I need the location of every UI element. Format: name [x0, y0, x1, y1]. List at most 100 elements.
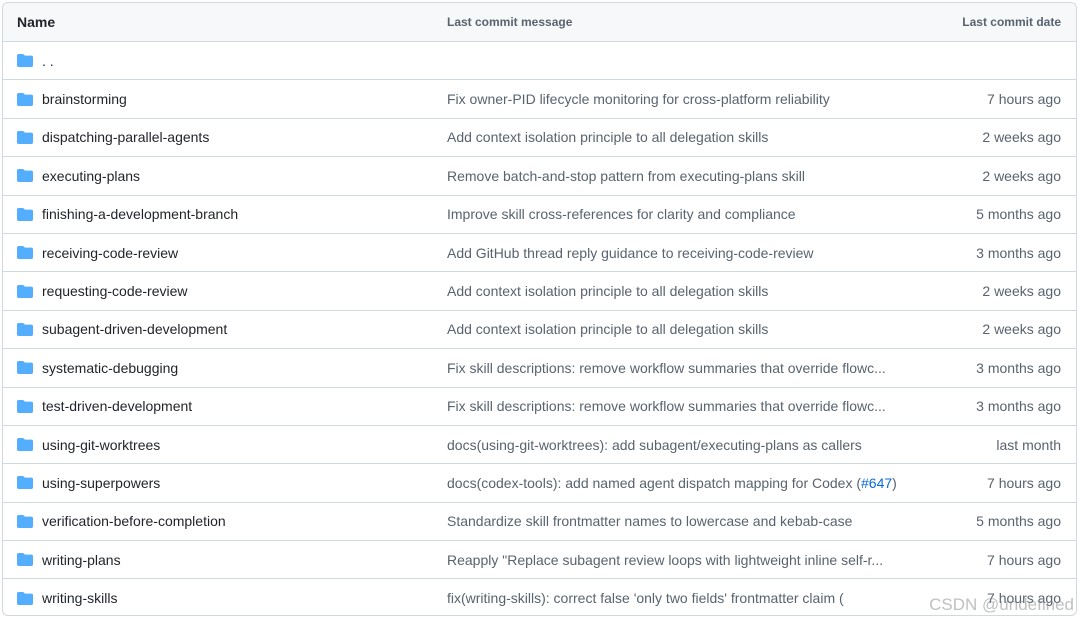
table-row[interactable]: writing-plans Reapply "Replace subagent r… [3, 540, 1076, 578]
commit-date[interactable]: 2 weeks ago [982, 321, 1061, 337]
directory-link[interactable]: using-superpowers [42, 475, 160, 491]
parent-directory-label: . . [42, 52, 54, 69]
folder-icon [17, 246, 33, 260]
parent-directory-link[interactable]: . . [17, 53, 54, 69]
table-row[interactable]: brainstorming Fix owner-PID lifecycle mon… [3, 79, 1076, 117]
file-name-cell[interactable]: dispatching-parallel-agents [17, 129, 209, 145]
commit-message-suffix: ) [892, 474, 897, 491]
table-row[interactable]: test-driven-development Fix skill descrip… [3, 386, 1076, 425]
file-name-cell[interactable]: brainstorming [17, 91, 127, 107]
commit-message-text: Fix skill descriptions: remove workflow … [447, 398, 886, 415]
folder-icon [17, 284, 33, 298]
directory-link[interactable]: executing-plans [42, 168, 140, 184]
header-name[interactable]: Name [3, 14, 55, 30]
header-message: Last commit message [447, 15, 573, 29]
directory-link[interactable]: subagent-driven-development [42, 321, 227, 337]
commit-date[interactable]: 5 months ago [976, 513, 1061, 529]
table-row[interactable]: subagent-driven-development Add context i… [3, 309, 1076, 348]
commit-message-text: Standardize skill frontmatter names to l… [447, 513, 853, 530]
header-date: Last commit date [962, 15, 1061, 29]
commit-message-text: fix(writing-skills): correct false 'only… [447, 590, 844, 607]
commit-message-text: Remove batch-and-stop pattern from execu… [447, 167, 805, 184]
commit-message-text: Add context isolation principle to all d… [447, 283, 769, 300]
table-row[interactable]: requesting-code-review Add context isolat… [3, 271, 1076, 309]
file-name-cell[interactable]: receiving-code-review [17, 245, 178, 261]
commit-message-link[interactable]: Fix skill descriptions: remove workflow … [447, 398, 886, 414]
file-name-cell[interactable]: requesting-code-review [17, 283, 188, 299]
table-row[interactable]: using-superpowers docs(codex-tools): add … [3, 463, 1076, 501]
folder-icon [17, 591, 33, 605]
folder-icon [17, 514, 33, 528]
file-name-cell[interactable]: test-driven-development [17, 398, 192, 414]
commit-date[interactable]: 7 hours ago [987, 91, 1061, 107]
table-row[interactable]: receiving-code-review Add GitHub thread r… [3, 232, 1076, 271]
commit-message-text: Reapply "Replace subagent review loops w… [447, 551, 884, 568]
commit-message-link[interactable]: Add GitHub thread reply guidance to rece… [447, 245, 814, 261]
file-name-cell[interactable]: finishing-a-development-branch [17, 206, 238, 222]
table-row[interactable]: executing-plans Remove batch-and-stop pat… [3, 156, 1076, 194]
table-row[interactable]: finishing-a-development-branch Improve sk… [3, 194, 1076, 233]
commit-date[interactable]: 7 hours ago [987, 590, 1061, 606]
parent-directory-row[interactable]: . . [3, 41, 1076, 79]
commit-date[interactable]: 3 months ago [976, 360, 1061, 376]
issue-link[interactable]: #647 [861, 475, 892, 491]
commit-message-text: Fix skill descriptions: remove workflow … [447, 359, 886, 376]
commit-date[interactable]: 7 hours ago [987, 552, 1061, 568]
directory-link[interactable]: requesting-code-review [42, 283, 188, 299]
commit-message-link[interactable]: docs(codex-tools): add named agent dispa… [447, 475, 897, 491]
file-name-cell[interactable]: writing-skills [17, 590, 117, 606]
folder-icon [17, 553, 33, 567]
commit-message-link[interactable]: Reapply "Replace subagent review loops w… [447, 552, 883, 568]
commit-message-link[interactable]: Remove batch-and-stop pattern from execu… [447, 168, 805, 184]
file-name-cell[interactable]: using-git-worktrees [17, 437, 160, 453]
commit-date[interactable]: 2 weeks ago [982, 168, 1061, 184]
table-row[interactable]: writing-skills fix(writing-skills): corre… [3, 578, 1076, 615]
file-name-cell[interactable]: using-superpowers [17, 475, 160, 491]
commit-message-link[interactable]: Add context isolation principle to all d… [447, 321, 768, 337]
commit-message-link[interactable]: Add context isolation principle to all d… [447, 129, 768, 145]
file-name-cell[interactable]: subagent-driven-development [17, 321, 227, 337]
file-name-cell[interactable]: executing-plans [17, 168, 140, 184]
folder-icon [17, 438, 33, 452]
directory-link[interactable]: systematic-debugging [42, 360, 178, 376]
commit-message-link[interactable]: Improve skill cross-references for clari… [447, 206, 796, 222]
commit-message-link[interactable]: docs(using-git-worktrees): add subagent/… [447, 437, 862, 453]
folder-icon [17, 92, 33, 106]
directory-link[interactable]: dispatching-parallel-agents [42, 129, 209, 145]
file-name-cell[interactable]: writing-plans [17, 552, 121, 568]
commit-date[interactable]: last month [996, 437, 1061, 453]
commit-message-link[interactable]: Standardize skill frontmatter names to l… [447, 513, 852, 529]
folder-icon [17, 207, 33, 221]
directory-link[interactable]: receiving-code-review [42, 245, 178, 261]
commit-date[interactable]: 5 months ago [976, 206, 1061, 222]
commit-message-text: Improve skill cross-references for clari… [447, 206, 796, 223]
commit-date[interactable]: 2 weeks ago [982, 129, 1061, 145]
table-row[interactable]: dispatching-parallel-agents Add context i… [3, 117, 1076, 156]
file-name-cell[interactable]: systematic-debugging [17, 360, 178, 376]
file-name-cell[interactable]: verification-before-completion [17, 513, 226, 529]
directory-link[interactable]: test-driven-development [42, 398, 192, 414]
directory-link[interactable]: writing-plans [42, 552, 121, 568]
commit-message-text: Fix owner-PID lifecycle monitoring for c… [447, 91, 830, 108]
commit-message-link[interactable]: Add context isolation principle to all d… [447, 283, 768, 299]
directory-link[interactable]: brainstorming [42, 91, 127, 107]
directory-link[interactable]: using-git-worktrees [42, 437, 160, 453]
commit-message-text: Add context isolation principle to all d… [447, 129, 769, 146]
commit-date[interactable]: 3 months ago [976, 398, 1061, 414]
commit-date[interactable]: 2 weeks ago [982, 283, 1061, 299]
commit-message-text: docs(using-git-worktrees): add subagent/… [447, 436, 862, 453]
folder-icon [17, 322, 33, 336]
table-row[interactable]: using-git-worktrees docs(using-git-worktr… [3, 424, 1076, 463]
commit-message-link[interactable]: Fix owner-PID lifecycle monitoring for c… [447, 91, 830, 107]
table-row[interactable]: systematic-debugging Fix skill descriptio… [3, 348, 1076, 386]
table-row[interactable]: verification-before-completion Standardiz… [3, 501, 1076, 540]
directory-link[interactable]: writing-skills [42, 590, 117, 606]
folder-icon [17, 361, 33, 375]
commit-message-link[interactable]: fix(writing-skills): correct false 'only… [447, 590, 844, 606]
commit-date[interactable]: 7 hours ago [987, 475, 1061, 491]
commit-message-link[interactable]: Fix skill descriptions: remove workflow … [447, 360, 886, 376]
directory-link[interactable]: finishing-a-development-branch [42, 206, 238, 222]
commit-date[interactable]: 3 months ago [976, 245, 1061, 261]
directory-link[interactable]: verification-before-completion [42, 513, 226, 529]
folder-icon [17, 399, 33, 413]
